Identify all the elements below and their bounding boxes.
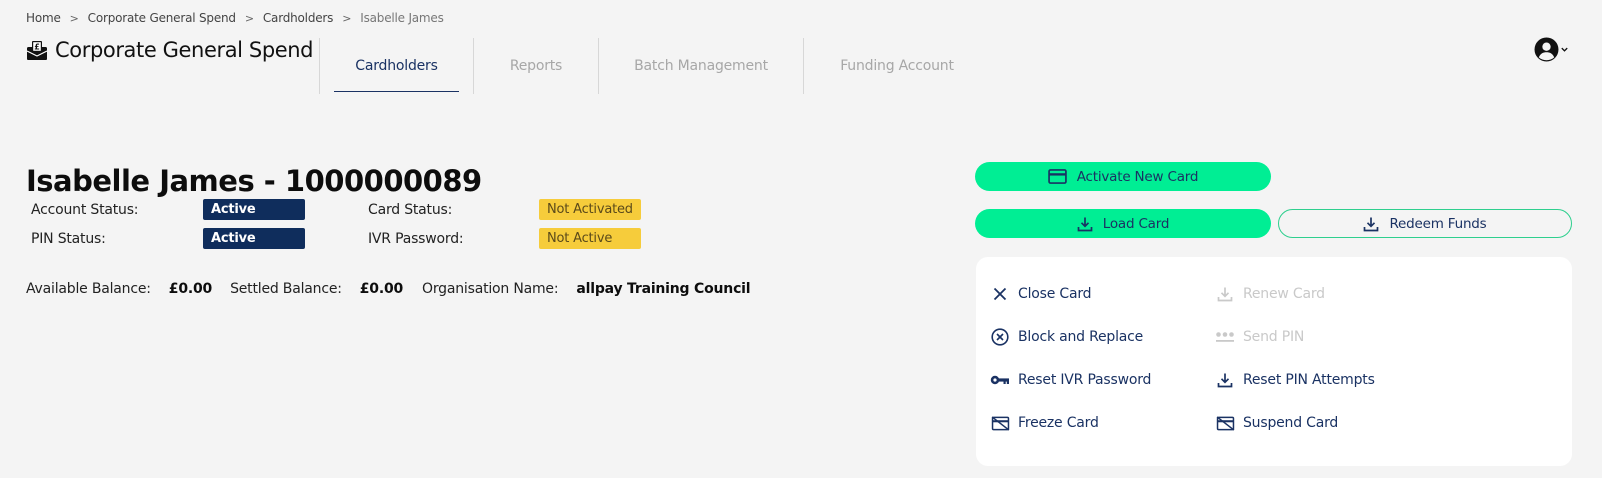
block-and-replace-action[interactable]: Block and Replace <box>990 327 1143 347</box>
credit-card-icon <box>1047 169 1067 184</box>
breadcrumb-separator: > <box>69 11 79 25</box>
freeze-card-action[interactable]: Freeze Card <box>990 413 1099 433</box>
ivr-password-label: IVR Password: <box>368 231 464 247</box>
close-icon <box>993 287 1007 301</box>
account-status-badge: Active <box>203 199 305 220</box>
send-pin-action: Send PIN <box>1215 327 1304 347</box>
block-and-replace-label: Block and Replace <box>1018 329 1144 345</box>
account-status-label: Account Status: <box>31 202 139 218</box>
breadcrumb-home[interactable]: Home <box>26 11 61 25</box>
card-off-icon <box>1216 415 1234 431</box>
breadcrumb: Home > Corporate General Spend > Cardhol… <box>26 11 444 25</box>
breadcrumb-separator: > <box>244 11 254 25</box>
status-grid: Account Status: Active Card Status: Not … <box>31 199 651 253</box>
renew-card-label: Renew Card <box>1243 286 1325 302</box>
reset-pin-attempts-action[interactable]: Reset PIN Attempts <box>1215 370 1375 390</box>
redeem-funds-label: Redeem Funds <box>1389 215 1487 232</box>
breadcrumb-current: Isabelle James <box>360 11 444 25</box>
card-actions-panel: Close Card Renew Card Block and Replace … <box>976 257 1572 466</box>
close-card-action[interactable]: Close Card <box>990 284 1092 304</box>
card-status-badge: Not Activated <box>539 199 641 220</box>
tab-reports[interactable]: Reports <box>474 38 598 94</box>
tab-batch-management[interactable]: Batch Management <box>599 38 803 94</box>
main-tabs: Cardholders Reports Batch Management Fun… <box>319 38 990 94</box>
cardholder-heading: Isabelle James - 1000000089 <box>26 164 482 198</box>
pin-dots-icon <box>1216 332 1234 342</box>
circle-x-icon <box>991 328 1009 346</box>
tab-funding-account[interactable]: Funding Account <box>804 38 990 94</box>
settled-balance-label: Settled Balance: <box>230 281 342 297</box>
profile-menu[interactable] <box>1534 37 1569 62</box>
card-off-icon <box>991 415 1009 431</box>
close-card-label: Close Card <box>1018 286 1092 302</box>
breadcrumb-separator: > <box>342 11 352 25</box>
redeem-funds-button[interactable]: Redeem Funds <box>1278 209 1572 238</box>
wallet-pound-icon: £ <box>26 41 48 60</box>
download-icon <box>1077 217 1093 231</box>
ivr-password-badge: Not Active <box>539 228 641 249</box>
download-icon <box>1217 373 1233 388</box>
settled-balance-value: £0.00 <box>359 281 404 297</box>
download-icon <box>1364 217 1379 231</box>
key-icon <box>990 375 1009 385</box>
card-status-label: Card Status: <box>368 202 453 218</box>
reset-ivr-password-label: Reset IVR Password <box>1018 372 1152 388</box>
svg-text:£: £ <box>34 43 40 52</box>
balance-row: Available Balance: £0.00 Settled Balance… <box>26 281 751 297</box>
renew-card-action: Renew Card <box>1215 284 1325 304</box>
freeze-card-label: Freeze Card <box>1018 415 1099 431</box>
breadcrumb-corporate-general-spend[interactable]: Corporate General Spend <box>88 11 236 25</box>
download-icon <box>1217 287 1233 302</box>
suspend-card-label: Suspend Card <box>1243 415 1339 431</box>
user-circle-icon <box>1534 37 1559 62</box>
available-balance-value: £0.00 <box>168 281 213 297</box>
organisation-label: Organisation Name: <box>422 281 559 297</box>
load-card-label: Load Card <box>1102 215 1170 232</box>
app-title-text: Corporate General Spend <box>55 38 314 62</box>
available-balance-label: Available Balance: <box>26 281 151 297</box>
chevron-down-icon <box>1561 47 1568 52</box>
activate-new-card-label: Activate New Card <box>1076 168 1199 185</box>
breadcrumb-cardholders[interactable]: Cardholders <box>263 11 334 25</box>
pin-status-label: PIN Status: <box>31 231 106 247</box>
send-pin-label: Send PIN <box>1243 329 1305 345</box>
tab-cardholders[interactable]: Cardholders <box>320 38 473 94</box>
pin-status-badge: Active <box>203 228 305 249</box>
suspend-card-action[interactable]: Suspend Card <box>1215 413 1338 433</box>
organisation-value: allpay Training Council <box>576 281 751 297</box>
reset-pin-attempts-label: Reset PIN Attempts <box>1243 372 1375 388</box>
activate-new-card-button[interactable]: Activate New Card <box>975 162 1271 191</box>
reset-ivr-password-action[interactable]: Reset IVR Password <box>990 370 1151 390</box>
load-card-button[interactable]: Load Card <box>975 209 1271 238</box>
app-title: £ Corporate General Spend <box>26 38 314 62</box>
